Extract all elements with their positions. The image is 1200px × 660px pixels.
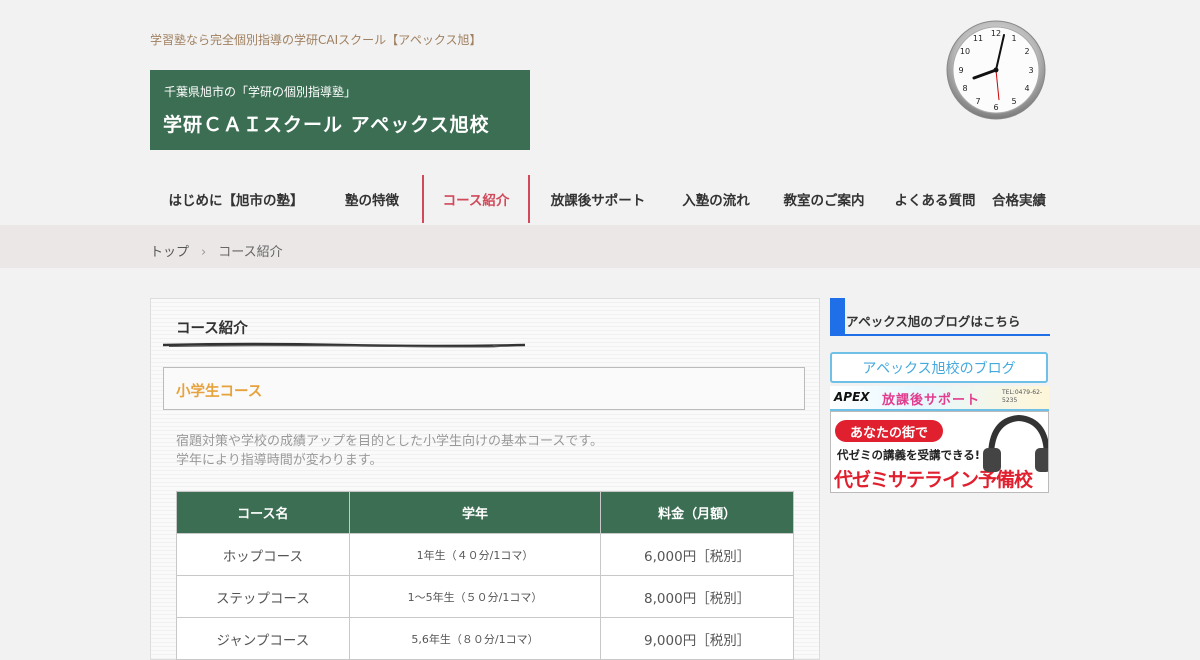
svg-text:3: 3: [1028, 66, 1033, 75]
nav-item-enrollment[interactable]: 入塾の流れ: [666, 175, 766, 223]
content-card: コース紹介 小学生コース 宿題対策や学校の成績アップを目的とした小学生向けの基本…: [150, 298, 820, 660]
nav-item-features[interactable]: 塾の特徴: [322, 175, 422, 223]
course-table: コース名 学年 料金（月額） ホップコース 1年生（４０分/1コマ） 6,000…: [176, 491, 794, 660]
description-line: 学年により指導時間が変わります。: [176, 453, 383, 468]
table-row: ジャンプコース 5,6年生（８０分/1コマ） 9,000円［税別］: [176, 617, 794, 660]
blog-button[interactable]: アペックス旭校のブログ: [830, 352, 1048, 383]
column-header-grade: 学年: [348, 491, 602, 534]
logo-subtitle: 千葉県旭市の「学研の個別指導塾」: [164, 85, 357, 99]
breadcrumb-home-link[interactable]: トップ: [150, 245, 189, 260]
table-row: ステップコース 1～5年生（５０分/1コマ） 8,000円［税別］: [176, 575, 794, 618]
table-row: ホップコース 1年生（４０分/1コマ） 6,000円［税別］: [176, 533, 794, 576]
logo-title: 学研ＣＡＩスクール アペックス旭校: [163, 114, 490, 136]
svg-text:10: 10: [960, 47, 970, 56]
description-line: 宿題対策や学校の成績アップを目的とした小学生向けの基本コースです。: [176, 434, 604, 449]
course-description: 宿題対策や学校の成績アップを目的とした小学生向けの基本コースです。 学年により指…: [176, 432, 603, 470]
breadcrumb-current: コース紹介: [218, 245, 283, 260]
banner-subtext: 代ゼミの講義を受講できる!: [837, 448, 981, 462]
svg-text:5: 5: [1011, 97, 1016, 106]
yozemi-satelline-banner[interactable]: あなたの街で 代ゼミの講義を受講できる! 代ゼミサテライン予備校: [830, 411, 1049, 493]
banner-support-text: 放課後サポート: [882, 393, 981, 408]
banner-phone: TEL:0479-62-5235: [1002, 389, 1043, 404]
nav-item-courses[interactable]: コース紹介: [422, 175, 530, 223]
course-name-cell: ホップコース: [176, 533, 350, 576]
svg-text:1: 1: [1011, 34, 1016, 43]
column-header-course: コース名: [176, 491, 350, 534]
course-name-cell: ジャンプコース: [176, 617, 350, 660]
svg-text:4: 4: [1024, 84, 1029, 93]
column-header-price: 料金（月額）: [600, 491, 794, 534]
site-tagline: 学習塾なら完全個別指導の学研CAIスクール【アペックス旭】: [150, 33, 482, 47]
headphones-icon: [983, 414, 1048, 472]
section-title: 小学生コース: [176, 384, 263, 400]
apex-logo: APEX: [834, 390, 870, 404]
grade-cell: 1～5年生（５０分/1コマ）: [348, 575, 602, 618]
svg-text:11: 11: [973, 34, 983, 43]
section-header: 小学生コース: [163, 367, 805, 410]
banner-pill: あなたの街で: [835, 420, 943, 442]
svg-text:6: 6: [993, 103, 998, 112]
sidebar-heading: アペックス旭のブログはこちら: [830, 298, 1050, 336]
breadcrumb: トップ › コース紹介: [150, 241, 283, 260]
nav-item-faq[interactable]: よくある質問: [882, 175, 988, 223]
price-cell: 6,000円［税別］: [600, 533, 794, 576]
nav-item-intro[interactable]: はじめに【旭市の塾】: [150, 175, 322, 223]
breadcrumb-separator: ›: [201, 245, 207, 260]
nav-item-results[interactable]: 合格実績: [988, 175, 1050, 223]
sidebar-heading-text: アペックス旭のブログはこちら: [846, 314, 1021, 329]
page-title: コース紹介: [176, 321, 248, 337]
table-header-row: コース名 学年 料金（月額）: [176, 491, 794, 534]
svg-text:8: 8: [962, 84, 967, 93]
nav-item-after-school[interactable]: 放課後サポート: [530, 175, 666, 223]
grade-cell: 5,6年生（８０分/1コマ）: [348, 617, 602, 660]
site-logo[interactable]: 千葉県旭市の「学研の個別指導塾」 学研ＣＡＩスクール アペックス旭校: [150, 70, 530, 150]
price-cell: 9,000円［税別］: [600, 617, 794, 660]
nav-item-access[interactable]: 教室のご案内: [766, 175, 882, 223]
svg-text:7: 7: [975, 97, 980, 106]
main-nav: はじめに【旭市の塾】 塾の特徴 コース紹介 放課後サポート 入塾の流れ 教室のご…: [150, 175, 1050, 225]
svg-text:12: 12: [991, 29, 1001, 38]
title-underline: [163, 342, 525, 348]
svg-text:9: 9: [958, 66, 963, 75]
grade-cell: 1年生（４０分/1コマ）: [348, 533, 602, 576]
course-name-cell: ステップコース: [176, 575, 350, 618]
svg-text:2: 2: [1024, 47, 1029, 56]
price-cell: 8,000円［税別］: [600, 575, 794, 618]
after-school-support-banner[interactable]: APEX 放課後サポート TEL:0479-62-5235: [830, 386, 1049, 411]
analog-clock-icon: 12 12 3 45 6 78 9 1011: [946, 20, 1046, 120]
